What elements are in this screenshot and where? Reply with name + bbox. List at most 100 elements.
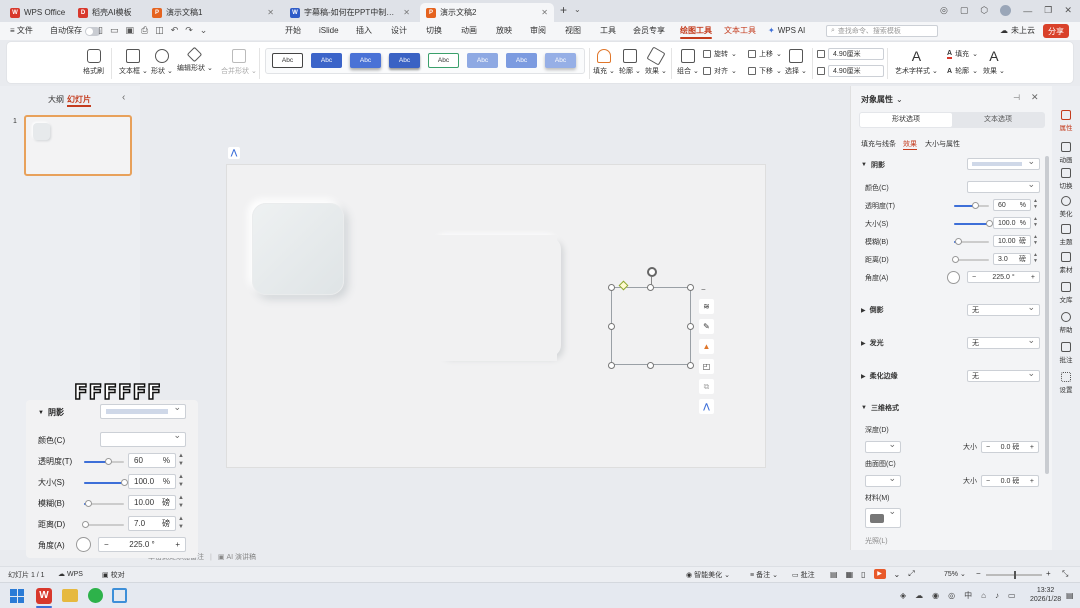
menu-slideshow[interactable]: 放映 bbox=[496, 22, 512, 40]
merge-shape-button[interactable]: 合并形状 ⌄ bbox=[221, 49, 257, 76]
zoom-slider[interactable] bbox=[986, 571, 1042, 579]
group-button[interactable]: 组合 ⌄ bbox=[677, 49, 699, 76]
zoom-transparency-slider[interactable] bbox=[84, 458, 124, 465]
fullscreen-icon[interactable]: ⤡ bbox=[1062, 569, 1068, 579]
sidebar-comment[interactable]: 批注 bbox=[1052, 342, 1080, 364]
zoom-color-dropdown[interactable] bbox=[100, 430, 186, 447]
sidebar-library[interactable]: 文库 bbox=[1052, 282, 1080, 304]
cloud-status[interactable]: ☁ 未上云 bbox=[1000, 22, 1035, 40]
size-slider[interactable] bbox=[954, 220, 993, 227]
zoom-blur-slider[interactable] bbox=[84, 500, 124, 507]
tab-list-chevron-icon[interactable]: ⌄ bbox=[574, 5, 581, 14]
spinner-icon[interactable]: ▲ ▼ bbox=[178, 452, 184, 468]
play-options-icon[interactable]: ⌄ bbox=[894, 570, 901, 579]
sidebar-help[interactable]: 帮助 bbox=[1052, 312, 1080, 334]
angle-dial-icon[interactable] bbox=[947, 271, 960, 284]
fill-bucket-icon[interactable]: ▲ bbox=[699, 339, 714, 354]
format-painter-button[interactable]: 格式刷 bbox=[83, 49, 104, 76]
distance-slider[interactable] bbox=[952, 256, 989, 263]
tab-wps-office[interactable]: W WPS Office bbox=[4, 3, 70, 22]
windows-start-icon[interactable] bbox=[10, 589, 24, 603]
art-text-button[interactable]: A 艺术字样式 ⌄ bbox=[895, 49, 938, 76]
share-button[interactable]: 分享 bbox=[1043, 24, 1069, 38]
proof-button[interactable]: ▣ 校对 bbox=[102, 570, 125, 580]
size-input[interactable]: 100.0% bbox=[993, 217, 1031, 229]
new-tab-button[interactable]: + bbox=[560, 3, 567, 17]
zoom-in-icon[interactable]: + bbox=[1046, 569, 1051, 578]
smart-beautify-button[interactable]: ◉ 智能美化 ⌄ bbox=[686, 570, 730, 580]
more-chevron-icon[interactable]: ⌄ bbox=[200, 25, 208, 36]
menu-text-tools[interactable]: 文本工具 bbox=[724, 22, 756, 40]
sidebar-animation[interactable]: 动画 bbox=[1052, 142, 1080, 164]
resize-handle[interactable] bbox=[647, 284, 654, 291]
menu-tools[interactable]: 工具 bbox=[600, 22, 616, 40]
sorter-view-icon[interactable]: ▦ bbox=[846, 570, 854, 579]
menu-transition[interactable]: 切换 bbox=[426, 22, 442, 40]
wps-status[interactable]: ☁ WPS bbox=[58, 570, 83, 579]
sidebar-theme[interactable]: 主题 bbox=[1052, 224, 1080, 246]
style-swatch-1[interactable]: Abc bbox=[272, 53, 303, 68]
wechat-icon[interactable] bbox=[88, 588, 103, 603]
window-icon[interactable]: ▢ bbox=[960, 5, 969, 16]
zoom-size-input[interactable]: 100.0% bbox=[128, 474, 176, 489]
crop-icon[interactable]: ◰ bbox=[699, 359, 714, 374]
decrement-icon[interactable]: − bbox=[104, 540, 109, 549]
zoom-shadow-preset-dropdown[interactable] bbox=[100, 402, 186, 419]
style-swatch-4[interactable]: Abc bbox=[389, 53, 420, 68]
slide-canvas[interactable]: − ≋ ✎ ▲ ◰ ⧉ ⋀ bbox=[226, 164, 766, 468]
spinner-icon[interactable]: ▲ ▼ bbox=[178, 494, 184, 510]
sidebar-beautify[interactable]: 美化 bbox=[1052, 196, 1080, 218]
angle-input[interactable]: −225.0 ° + bbox=[967, 271, 1040, 283]
selected-shape[interactable] bbox=[611, 287, 691, 365]
depth-color-dropdown[interactable] bbox=[865, 439, 901, 453]
close-pane-icon[interactable]: ✕ bbox=[1031, 92, 1039, 103]
ai-badge-icon[interactable]: ⋀ bbox=[699, 399, 714, 414]
shape-button[interactable]: 形状 ⌄ bbox=[151, 49, 173, 76]
redo-icon[interactable]: ↷ bbox=[185, 25, 193, 36]
volume-icon[interactable]: ♪ bbox=[995, 591, 999, 600]
style-swatch-6[interactable]: Abc bbox=[467, 53, 498, 68]
transparency-input[interactable]: 60% bbox=[993, 199, 1031, 211]
menu-drawing-tools[interactable]: 绘图工具 bbox=[680, 22, 712, 40]
menu-islide[interactable]: iSlide bbox=[319, 22, 339, 40]
subtab-size[interactable]: 大小与属性 bbox=[925, 139, 960, 149]
align-button[interactable]: 对齐 ⌄ bbox=[703, 66, 737, 76]
resize-handle[interactable] bbox=[647, 362, 654, 369]
resize-handle[interactable] bbox=[687, 284, 694, 291]
tab-shape-options[interactable]: 形状选项 bbox=[860, 113, 952, 127]
pin-icon[interactable]: ⊣ bbox=[1013, 93, 1020, 102]
open-folder-icon[interactable]: ▭ bbox=[110, 25, 119, 36]
edit-shape-button[interactable]: 编辑形状 ⌄ bbox=[177, 46, 213, 73]
tray-app-icon[interactable]: ◎ bbox=[948, 591, 955, 600]
tab-slides[interactable]: 幻灯片 bbox=[67, 94, 91, 107]
height-field[interactable]: 4.90厘米 bbox=[817, 48, 884, 60]
outline-button[interactable]: 轮廓 ⌄ bbox=[619, 49, 641, 76]
slide-thumbnail[interactable] bbox=[24, 115, 132, 176]
ai-speech-button[interactable]: ▣ AI 演讲稿 bbox=[218, 552, 256, 562]
resize-handle[interactable] bbox=[608, 362, 615, 369]
close-icon[interactable]: ✕ bbox=[541, 8, 548, 17]
spinner-icon[interactable]: ▲ ▼ bbox=[1033, 198, 1038, 210]
menu-view[interactable]: 视图 bbox=[565, 22, 581, 40]
avatar[interactable] bbox=[1000, 5, 1012, 16]
tray-app-icon[interactable]: ◈ bbox=[900, 591, 906, 600]
tab-docer-ai[interactable]: D 稻壳AI模板 bbox=[72, 3, 142, 22]
increment-icon[interactable]: + bbox=[175, 540, 180, 549]
rotate-button[interactable]: 旋转 ⌄ bbox=[703, 49, 737, 59]
tray-app-icon[interactable]: ◉ bbox=[932, 591, 939, 600]
select-button[interactable]: 选择 ⌄ bbox=[785, 49, 807, 76]
ime-indicator[interactable]: 中 bbox=[964, 590, 972, 601]
layers-icon[interactable]: ≋ bbox=[699, 299, 714, 314]
search-input[interactable]: ⌕ 查找命令、搜索模板 bbox=[826, 25, 938, 37]
spinner-icon[interactable]: ▲ ▼ bbox=[178, 515, 184, 531]
tab-outline[interactable]: 大纲 bbox=[48, 94, 64, 105]
spinner-icon[interactable]: ▲ ▼ bbox=[1033, 216, 1038, 228]
menu-wps-ai[interactable]: ✦ WPS AI bbox=[768, 22, 805, 40]
play-button[interactable]: ▶ bbox=[873, 569, 886, 579]
angle-dial-icon[interactable] bbox=[76, 537, 91, 552]
depth-size-input[interactable]: −0.0 磅 + bbox=[981, 441, 1039, 453]
zoom-distance-input[interactable]: 7.0 磅 bbox=[128, 516, 176, 531]
ai-badge-icon[interactable]: ⋀ bbox=[228, 147, 240, 159]
menu-insert[interactable]: 插入 bbox=[356, 22, 372, 40]
resize-handle[interactable] bbox=[687, 362, 694, 369]
